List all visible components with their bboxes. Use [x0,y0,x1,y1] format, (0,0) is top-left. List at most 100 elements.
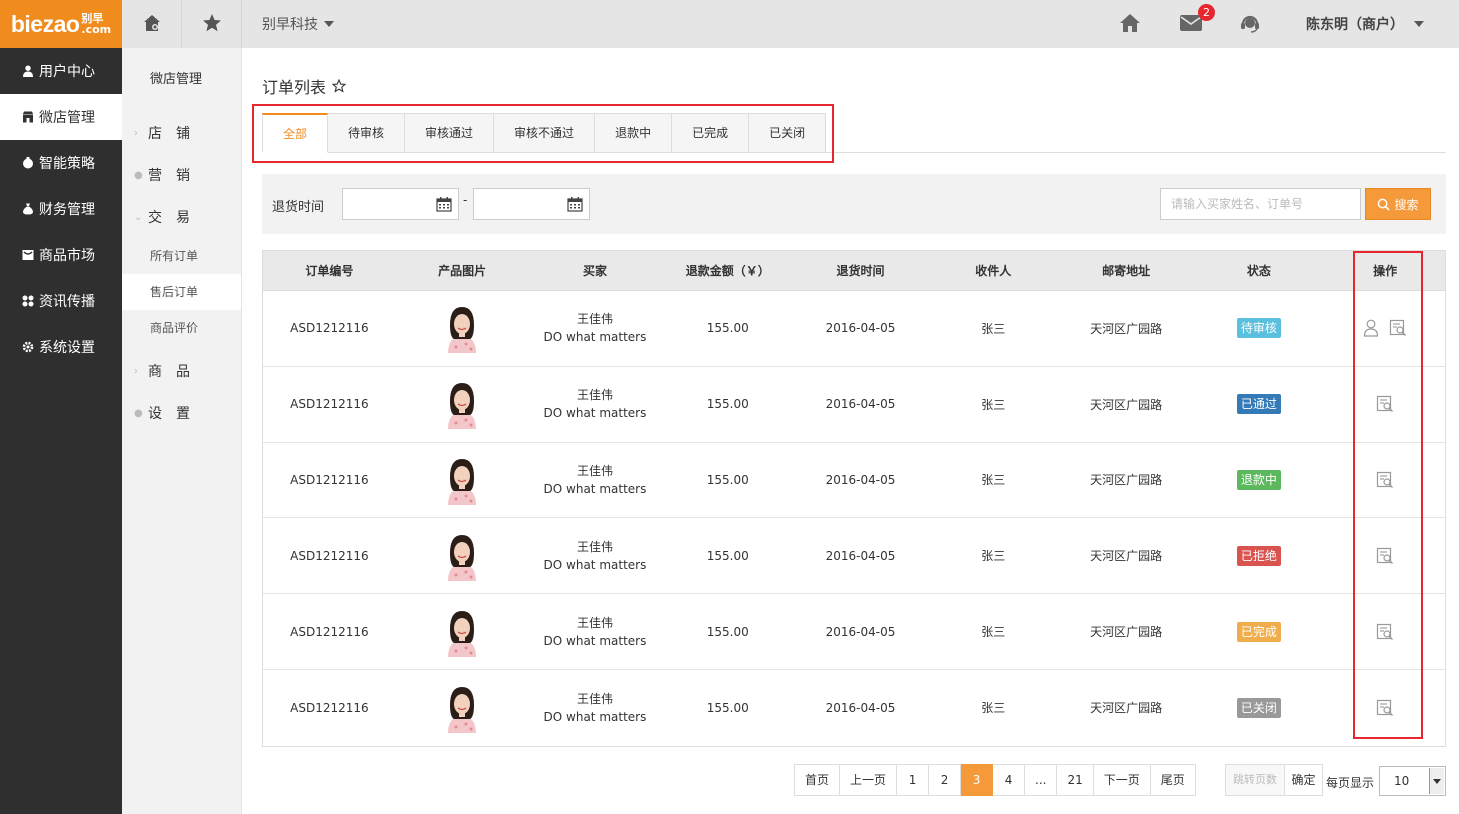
status-badge: 待审核 [1236,318,1281,339]
company-dropdown[interactable]: 别早科技 [242,0,334,48]
favorites-button[interactable] [182,0,242,48]
chevron-down-icon [324,21,334,27]
tabs-highlight-box [252,104,834,163]
per-page-select[interactable]: 10 [1379,766,1446,796]
mailing-address: 天河区广园路 [1090,321,1163,336]
subnav-item-all-orders[interactable]: 所有订单 [122,238,241,274]
sidebar-item-label: 资讯传播 [39,294,95,310]
status-badge: 已通过 [1236,394,1281,415]
home-settings-icon [142,13,162,36]
page-button[interactable]: 4 [993,764,1026,796]
buyer-name: 王佳伟 [576,691,613,706]
column-header: 退款金额（￥） [685,264,770,278]
pagination: 首页 上一页 1 2 3 4... 21 下一页 尾页 [794,764,1196,796]
subnav-group-store[interactable]: › 店 铺 [122,112,241,154]
home-button[interactable] [122,0,182,48]
star-outline-icon[interactable] [332,79,347,93]
jump-page-input[interactable]: 跳转页数 [1225,764,1285,796]
calendar-icon[interactable] [567,196,583,215]
chevron-down-icon [1429,768,1444,794]
page-button[interactable]: 21 [1057,764,1094,796]
messages-button[interactable]: 2 [1176,4,1215,38]
mailing-address: 天河区广园路 [1090,397,1163,412]
chevron-right-icon: › [134,127,138,139]
calendar-icon[interactable] [436,196,452,215]
status-badge: 退款中 [1236,469,1281,490]
subnav-group-products[interactable]: › 商 品 [122,350,241,392]
sidebar-item-strategy[interactable]: 智能策略 [0,140,122,186]
sidebar-item-settings[interactable]: 系统设置 [0,324,122,370]
search-icon [1377,198,1391,211]
sidebar-item-money-bag[interactable]: 财务管理 [0,186,122,232]
order-number: ASD1212116 [290,700,369,715]
money-bag-icon [22,203,34,215]
table-row: ASD1212116 王佳伟 DO what matters 155.00 2016-0… [263,366,1445,443]
table-row: ASD1212116 王佳伟 DO what matters 155.00 2016-0… [263,291,1445,367]
headset-icon [1239,12,1261,37]
sidebar-item-shop[interactable]: 微店管理 [0,94,122,140]
buyer-name: 王佳伟 [576,312,613,327]
mail-count-badge: 2 [1198,4,1215,21]
refund-amount: 155.00 [706,397,749,412]
filter-label: 退货时间 [272,200,325,215]
product-image [438,379,486,430]
sidebar-item-label: 微店管理 [39,110,95,126]
page-button[interactable]: 上一页 [840,764,898,796]
refund-amount: 155.00 [706,548,749,563]
mailing-address: 天河区广园路 [1090,625,1163,640]
subnav-group-label: 营 销 [148,168,190,184]
user-menu[interactable]: 陈东明（商户） [1306,0,1424,48]
logo-com-text: .com [81,23,112,36]
sidebar-item-market[interactable]: 商品市场 [0,232,122,278]
sidebar-item-grid[interactable]: 资讯传播 [0,278,122,324]
page-button[interactable]: 尾页 [1150,764,1196,796]
jump-confirm-button[interactable]: 确定 [1285,764,1323,796]
shop-icon [22,111,34,123]
start-date-input[interactable] [342,188,459,220]
star-icon [202,13,222,36]
recipient: 张三 [981,473,1006,488]
buyer-cell: 王佳伟 DO what matters [529,670,662,746]
recipient: 张三 [981,701,1006,716]
status-badge: 已关闭 [1236,697,1281,718]
sidebar-item-user[interactable]: 用户中心 [0,48,122,94]
refund-amount: 155.00 [706,472,749,487]
product-image [438,683,486,733]
strategy-icon [22,157,34,169]
buyer-cell: 王佳伟 DO what matters [529,443,662,518]
page-button[interactable]: 1 [897,764,930,796]
page-button[interactable]: 下一页 [1093,764,1151,796]
return-date: 2016-04-05 [825,548,896,563]
search-input[interactable] [1160,188,1361,220]
subnav-group-settings[interactable]: ● 设 置 [122,392,241,434]
search-button[interactable]: 搜索 [1365,188,1431,220]
home-icon-button[interactable] [1116,10,1144,38]
support-button[interactable] [1236,10,1264,38]
recipient: 张三 [981,397,1006,412]
user-icon [22,65,34,77]
product-image [438,607,486,657]
ops-highlight-box [1353,251,1423,739]
order-number: ASD1212116 [290,548,369,563]
per-page-label: 每页显示 [1326,776,1375,790]
end-date-input[interactable] [473,188,590,220]
page-button[interactable]: 2 [929,764,962,796]
subnav-group-label: 商 品 [148,364,190,380]
buyer-name: 王佳伟 [576,388,613,403]
company-name: 别早科技 [262,17,318,33]
sidebar-item-label: 系统设置 [39,340,95,356]
sidebar-item-label: 用户中心 [39,64,95,80]
subnav-group-label: 设 置 [148,406,190,422]
column-header: 收件人 [975,264,1012,278]
subnav-item-reviews[interactable]: 商品评价 [122,310,241,346]
buyer-name: 王佳伟 [576,463,613,478]
order-number: ASD1212116 [290,321,369,336]
page-button[interactable]: ... [1025,764,1058,796]
page-button[interactable]: 首页 [794,764,841,796]
subnav-group-marketing[interactable]: ● 营 销 [122,154,241,196]
subnav-item-after-sales[interactable]: 售后订单 [122,274,241,310]
page-button[interactable]: 3 [961,764,994,796]
logo[interactable]: biezao 别早 .com [0,0,122,48]
column-header: 退货时间 [836,264,885,278]
subnav-group-trade[interactable]: ⌄ 交 易 [122,196,241,238]
